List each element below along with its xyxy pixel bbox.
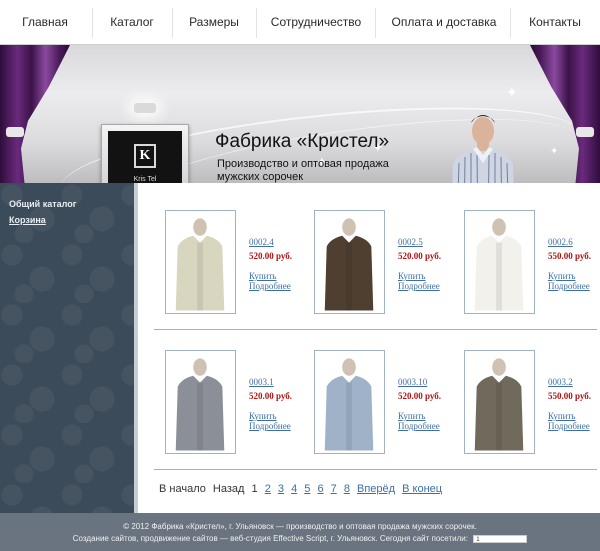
pager-page-link[interactable]: 8 [344, 483, 350, 495]
buy-link[interactable]: Купить [249, 411, 277, 421]
sparkle-icon: ✦ [506, 84, 518, 100]
sidebar: Общий каталог Корзина [0, 183, 138, 513]
nav-catalog[interactable]: Каталог [100, 0, 164, 45]
logo-text: Kris Tel [133, 176, 157, 183]
product-shirt-image [467, 213, 532, 311]
model-photo [452, 115, 514, 183]
footer-credits-text: Создание сайтов, продвижение сайтов — ве… [72, 534, 468, 543]
product-price: 520.00 руб. [398, 251, 442, 261]
product-code-link[interactable]: 0002.6 [548, 237, 573, 247]
pager-page-link[interactable]: 3 [278, 483, 284, 495]
product-thumbnail[interactable] [314, 210, 385, 314]
pager-current: 1 [251, 483, 258, 495]
factory-subtitle: Производство и оптовая продажа мужских с… [217, 158, 389, 183]
top-navigation: Главная Каталог Размеры Сотрудничество О… [0, 0, 600, 45]
footer: © 2012 Фабрика «Кристел», г. Ульяновск —… [0, 513, 600, 551]
pager-prev: Назад [212, 483, 245, 495]
buy-link[interactable]: Купить [548, 271, 576, 281]
product-thumbnail[interactable] [165, 350, 236, 454]
nav-divider [92, 8, 93, 38]
product-code-link[interactable]: 0002.5 [398, 237, 423, 247]
product-thumbnail[interactable] [314, 350, 385, 454]
pagination: В начало Назад 1 2 3 4 5 6 7 8 Вперёд В … [159, 483, 446, 495]
product-code-link[interactable]: 0003.2 [548, 377, 573, 387]
details-link[interactable]: Подробнее [398, 421, 440, 431]
product-thumbnail[interactable] [464, 350, 535, 454]
buy-link[interactable]: Купить [398, 271, 426, 281]
nav-cooperation[interactable]: Сотрудничество [266, 0, 366, 45]
nav-divider [375, 8, 376, 38]
product-price: 520.00 руб. [249, 251, 293, 261]
nav-sizes[interactable]: Размеры [180, 0, 248, 45]
product-code-link[interactable]: 0003.1 [249, 377, 274, 387]
product-catalog: 0002.4 520.00 руб. Купить Подробнее 0002… [142, 183, 600, 513]
details-link[interactable]: Подробнее [548, 421, 590, 431]
row-divider [154, 469, 597, 470]
details-link[interactable]: Подробнее [548, 281, 590, 291]
pager-page-link[interactable]: 2 [265, 483, 271, 495]
product-code-link[interactable]: 0003.10 [398, 377, 427, 387]
product-shirt-image [317, 213, 382, 311]
product-shirt-image [168, 353, 233, 451]
logo-emblem: K Kris Tel [108, 131, 182, 183]
pager-page-link[interactable]: 5 [304, 483, 310, 495]
buy-link[interactable]: Купить [249, 271, 277, 281]
product-shirt-image [317, 353, 382, 451]
nav-home[interactable]: Главная [10, 0, 80, 45]
product-thumbnail[interactable] [165, 210, 236, 314]
product-price: 520.00 руб. [398, 391, 442, 401]
buy-link[interactable]: Купить [398, 411, 426, 421]
curtain-left [0, 45, 70, 183]
row-divider [154, 329, 597, 330]
nav-payment-delivery[interactable]: Оплата и доставка [385, 0, 503, 45]
sidebar-item-cart[interactable]: Корзина [9, 215, 46, 225]
buy-link[interactable]: Купить [548, 411, 576, 421]
sidebar-item-general-catalog[interactable]: Общий каталог [9, 199, 77, 209]
header-banner: ✦ ✦ ✦ ✦ K Kris Tel Фабрика «Кристел» Про… [0, 45, 600, 183]
nav-divider [172, 8, 173, 38]
details-link[interactable]: Подробнее [398, 281, 440, 291]
visitor-counter: 1 [473, 534, 528, 543]
nav-divider [256, 8, 257, 38]
pager-page-link[interactable]: 6 [317, 483, 323, 495]
nav-contacts[interactable]: Контакты [520, 0, 590, 45]
details-link[interactable]: Подробнее [249, 281, 291, 291]
sparkle-icon: ✦ [550, 146, 559, 157]
product-code-link[interactable]: 0002.4 [249, 237, 274, 247]
details-link[interactable]: Подробнее [249, 421, 291, 431]
product-price: 520.00 руб. [249, 391, 293, 401]
logo-mark: K [134, 144, 156, 168]
nav-divider [510, 8, 511, 38]
product-shirt-image [467, 353, 532, 451]
pager-page-link[interactable]: 7 [331, 483, 337, 495]
pager-last[interactable]: В конец [402, 483, 442, 495]
footer-credits: Создание сайтов, продвижение сайтов — ве… [0, 534, 600, 543]
product-shirt-image [168, 213, 233, 311]
factory-title: Фабрика «Кристел» [215, 131, 390, 152]
product-price: 550.00 руб. [548, 391, 592, 401]
pager-first: В начало [159, 483, 206, 495]
logo[interactable]: K Kris Tel [101, 124, 189, 183]
pager-next[interactable]: Вперёд [357, 483, 395, 495]
footer-copyright: © 2012 Фабрика «Кристел», г. Ульяновск —… [123, 522, 477, 531]
product-price: 550.00 руб. [548, 251, 592, 261]
curtain-tie [6, 127, 24, 137]
logo-lamp [134, 103, 156, 113]
pager-page-link[interactable]: 4 [291, 483, 297, 495]
curtain-tie [576, 127, 594, 137]
product-thumbnail[interactable] [464, 210, 535, 314]
